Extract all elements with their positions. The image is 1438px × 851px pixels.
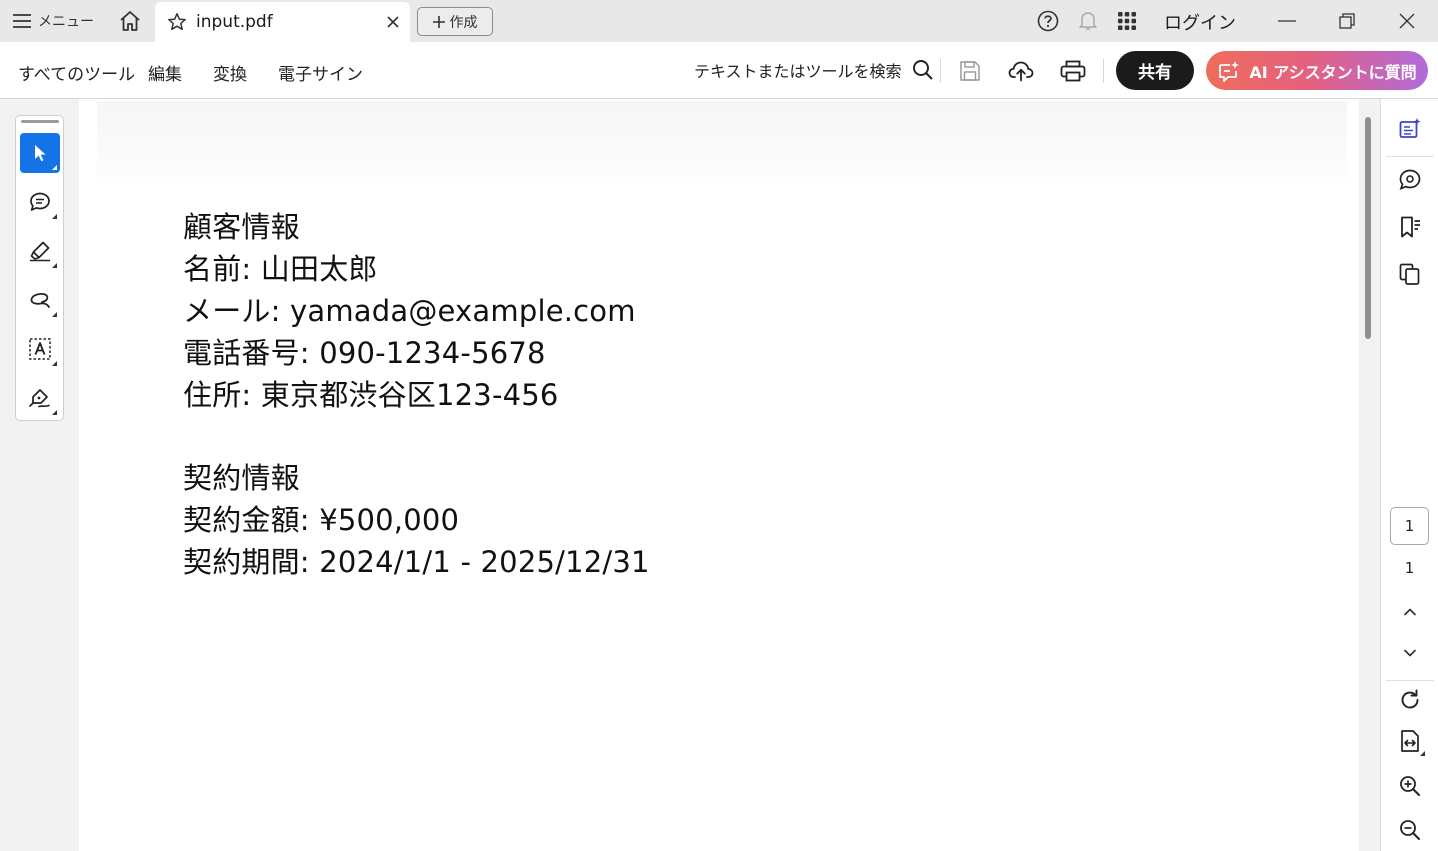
create-button[interactable]: 作成	[417, 7, 493, 36]
right-rail: 1 1	[1380, 99, 1438, 851]
window-close-icon	[1399, 13, 1415, 29]
zoom-in-icon	[1400, 776, 1420, 796]
fit-page-button[interactable]	[1395, 726, 1425, 756]
comment-tool-button[interactable]	[20, 182, 60, 222]
ai-assistant-button[interactable]: AI アシスタントに質問	[1206, 51, 1428, 90]
minimize-icon	[1278, 20, 1296, 22]
document-tab[interactable]: input.pdf	[155, 2, 410, 42]
pen-sign-icon	[29, 389, 50, 408]
nav-all-tools[interactable]: すべてのツール	[18, 60, 135, 85]
vertical-scrollbar[interactable]	[1359, 99, 1379, 851]
doc-line-email: メール: yamada@example.com	[183, 294, 636, 328]
comment-icon	[30, 192, 50, 211]
save-icon[interactable]	[955, 56, 985, 86]
doc-line-contract-period: 契約期間: 2024/1/1 - 2025/12/31	[183, 545, 650, 579]
nav-e-sign[interactable]: 電子サイン	[278, 60, 363, 85]
tab-title: input.pdf	[196, 12, 273, 32]
cursor-icon	[35, 145, 46, 162]
bell-icon[interactable]	[1075, 8, 1101, 34]
page-header-shading	[97, 101, 1347, 189]
search-tools[interactable]: テキストまたはツールを検索	[694, 58, 934, 82]
doc-line-phone: 電話番号: 090-1234-5678	[183, 336, 546, 370]
nav-convert[interactable]: 変換	[213, 60, 247, 85]
text-box-tool-button[interactable]	[20, 329, 60, 369]
next-page-button[interactable]	[1395, 638, 1425, 668]
title-bar: メニュー input.pdf 作成 ログイン	[0, 0, 1438, 42]
help-icon[interactable]	[1035, 8, 1061, 34]
sign-tool-button[interactable]	[20, 378, 60, 418]
print-icon[interactable]	[1058, 56, 1088, 86]
freehand-draw-icon	[30, 293, 50, 308]
comment-panel-icon	[1399, 169, 1421, 190]
highlighter-icon	[30, 241, 50, 262]
restore-button[interactable]	[1332, 6, 1362, 36]
minimize-button[interactable]	[1272, 6, 1302, 36]
previous-page-button[interactable]	[1395, 597, 1425, 627]
bookmark-icon	[1401, 216, 1420, 238]
nav-edit[interactable]: 編集	[148, 60, 182, 85]
plus-icon	[432, 15, 445, 28]
doc-line-customer-heading: 顧客情報	[183, 210, 300, 244]
star-icon[interactable]	[167, 12, 187, 32]
main-toolbar: すべてのツール 編集 変換 電子サイン テキストまたはツールを検索 共有 AI …	[0, 42, 1438, 99]
draw-tool-button[interactable]	[20, 280, 60, 320]
rotate-button[interactable]	[1395, 685, 1425, 715]
pdf-page[interactable]: 顧客情報 名前: 山田太郎 メール: yamada@example.com 電話…	[79, 99, 1359, 851]
text-box-icon	[29, 338, 51, 360]
toolbar-divider	[1103, 59, 1104, 83]
ai-assistant-label: AI アシスタントに質問	[1249, 62, 1417, 82]
toolbar-divider	[940, 59, 941, 83]
panel-drag-handle[interactable]	[21, 120, 59, 123]
scrollbar-thumb[interactable]	[1365, 117, 1371, 339]
doc-line-address: 住所: 東京都渋谷区123-456	[183, 378, 559, 412]
rotate-icon	[1401, 689, 1419, 709]
search-icon	[912, 60, 933, 80]
comments-panel-button[interactable]	[1395, 165, 1425, 195]
rail-divider	[1386, 680, 1434, 681]
total-pages: 1	[1404, 559, 1415, 577]
ai-assistant-icon	[1219, 60, 1240, 82]
highlight-tool-button[interactable]	[20, 231, 60, 271]
fit-width-icon	[1401, 730, 1419, 752]
zoom-out-icon	[1400, 820, 1420, 840]
home-button[interactable]	[114, 6, 146, 36]
current-page-input[interactable]: 1	[1390, 507, 1429, 545]
apps-grid-icon[interactable]	[1114, 8, 1140, 34]
login-link[interactable]: ログイン	[1164, 9, 1236, 35]
page-thumbnails-icon	[1399, 263, 1420, 285]
chevron-down-icon	[1404, 649, 1416, 657]
home-icon	[120, 11, 140, 31]
menu-label: メニュー	[38, 14, 94, 30]
search-label: テキストまたはツールを検索	[694, 62, 902, 81]
share-button[interactable]: 共有	[1116, 51, 1194, 90]
ai-summary-icon	[1399, 118, 1421, 138]
zoom-out-button[interactable]	[1395, 815, 1425, 845]
hamburger-icon	[13, 14, 31, 28]
window-close-button[interactable]	[1392, 6, 1422, 36]
close-icon[interactable]	[384, 13, 402, 31]
ai-summary-panel-button[interactable]	[1395, 114, 1425, 144]
doc-line-name: 名前: 山田太郎	[183, 252, 378, 286]
zoom-in-button[interactable]	[1395, 771, 1425, 801]
menu-button[interactable]: メニュー	[12, 8, 94, 34]
select-tool-button[interactable]	[20, 133, 60, 173]
cloud-upload-icon[interactable]	[1006, 56, 1036, 86]
create-label: 作成	[449, 14, 478, 31]
quick-tools-panel	[15, 115, 64, 421]
bookmarks-panel-button[interactable]	[1395, 212, 1425, 242]
chevron-up-icon	[1404, 608, 1416, 616]
pages-panel-button[interactable]	[1395, 259, 1425, 289]
restore-icon	[1339, 13, 1355, 29]
doc-line-contract-heading: 契約情報	[183, 461, 300, 495]
rail-divider	[1386, 156, 1434, 157]
doc-line-contract-amount: 契約金額: ¥500,000	[183, 503, 460, 537]
